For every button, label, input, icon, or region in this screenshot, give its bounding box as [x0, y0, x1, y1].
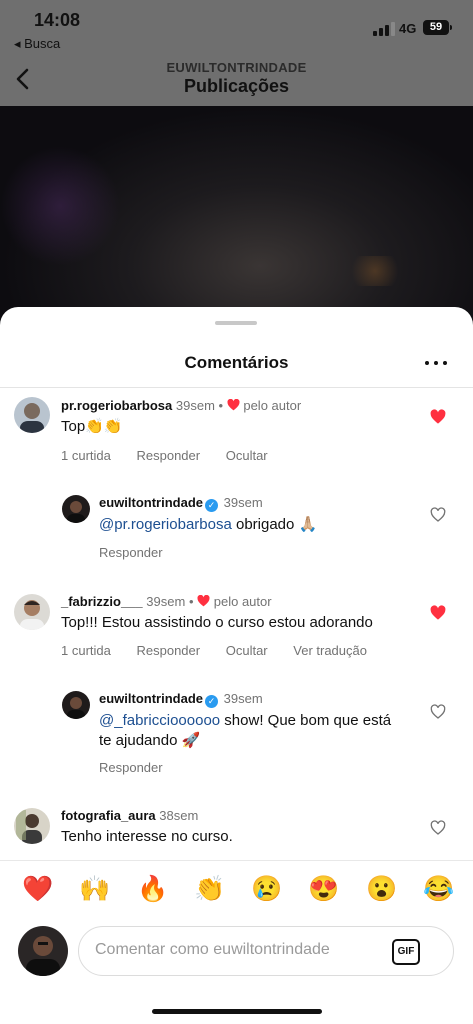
- comment-composer: GIF: [78, 926, 454, 976]
- comment-username[interactable]: _fabrizzio___: [61, 594, 143, 609]
- comment-username[interactable]: fotografia_aura: [61, 808, 156, 823]
- divider: [0, 387, 473, 388]
- reaction-heart-eyes[interactable]: 😍: [308, 875, 339, 904]
- comment-time: 39sem: [223, 691, 263, 706]
- reply-button[interactable]: Responder: [99, 545, 163, 560]
- like-heart-outline-icon[interactable]: [430, 820, 446, 836]
- comment-time: 39sem: [175, 398, 215, 413]
- quick-reactions-bar: ❤️ 🙌 🔥 👏 😢 😍 😮 😂: [0, 860, 473, 921]
- comment-text: Tenho interesse no curso.: [61, 828, 233, 845]
- battery-icon: 59: [423, 20, 452, 35]
- reply-button[interactable]: Responder: [99, 760, 163, 775]
- comment-time: 39sem: [223, 495, 263, 510]
- heart-filled-icon: [197, 594, 210, 607]
- avatar[interactable]: [14, 808, 50, 844]
- reaction-raised-hands[interactable]: 🙌: [79, 875, 110, 904]
- like-heart-outline-icon[interactable]: [430, 704, 446, 720]
- avatar[interactable]: [14, 397, 50, 433]
- heart-filled-icon: [227, 398, 240, 411]
- like-heart-filled-icon[interactable]: [430, 605, 446, 621]
- comment-username[interactable]: pr.rogeriobarbosa: [61, 398, 172, 413]
- verified-badge-icon: ✓: [205, 499, 218, 512]
- liked-by-author-label: pelo autor: [243, 398, 302, 413]
- hide-button[interactable]: Ocultar: [226, 448, 268, 463]
- mention-link[interactable]: @pr.rogeriobarbosa: [99, 516, 232, 533]
- comment-time: 38sem: [159, 808, 199, 823]
- comment-text: Top!!! Estou assistindo o curso estou ad…: [61, 614, 373, 631]
- mention-link[interactable]: @_fabriccioooooo: [99, 712, 220, 729]
- page-header: EUWILTONTRINDADE Publicações: [0, 56, 473, 106]
- back-to-app-link[interactable]: ◂ Busca: [14, 36, 60, 52]
- reply-button[interactable]: Responder: [137, 448, 201, 463]
- likes-count[interactable]: 1 curtida: [61, 643, 111, 658]
- comment-text: Top👏👏: [61, 418, 123, 435]
- reaction-clap[interactable]: 👏: [194, 875, 225, 904]
- network-type: 4G: [399, 21, 417, 36]
- comment-username[interactable]: euwiltontrindade: [99, 691, 203, 706]
- avatar[interactable]: [62, 495, 90, 523]
- reply-button[interactable]: Responder: [137, 643, 201, 658]
- likes-count[interactable]: 1 curtida: [61, 448, 111, 463]
- home-indicator: [152, 1009, 322, 1014]
- status-time: 14:08: [34, 10, 81, 30]
- translate-button[interactable]: Ver tradução: [293, 643, 367, 658]
- sheet-grabber[interactable]: [215, 321, 257, 325]
- verified-badge-icon: ✓: [205, 695, 218, 708]
- liked-by-author-label: pelo autor: [213, 594, 272, 609]
- gif-button[interactable]: GIF: [392, 939, 420, 965]
- comment-input[interactable]: [93, 940, 387, 960]
- like-heart-filled-icon[interactable]: [430, 409, 446, 425]
- reaction-cry[interactable]: 😢: [251, 875, 282, 904]
- avatar[interactable]: [62, 691, 90, 719]
- page-title: Publicações: [183, 76, 290, 96]
- reaction-laugh[interactable]: 😂: [423, 875, 454, 904]
- comment-text: obrigado 🙏🏼: [231, 516, 318, 533]
- reaction-fire[interactable]: 🔥: [137, 875, 168, 904]
- hide-button[interactable]: Ocultar: [226, 643, 268, 658]
- sheet-title: Comentários: [184, 353, 289, 372]
- more-options-icon[interactable]: [424, 355, 448, 371]
- comment-time: 39sem: [146, 594, 186, 609]
- reaction-surprised[interactable]: 😮: [366, 875, 397, 904]
- header-username: EUWILTONTRINDADE: [166, 60, 307, 75]
- signal-icon: [373, 22, 395, 36]
- comment-username[interactable]: euwiltontrindade: [99, 495, 203, 510]
- post-photo: [0, 106, 473, 326]
- avatar[interactable]: [14, 594, 50, 630]
- like-heart-outline-icon[interactable]: [430, 507, 446, 523]
- status-bar: 14:08 ◂ Busca 4G 59: [0, 0, 473, 56]
- reaction-heart[interactable]: ❤️: [22, 875, 53, 904]
- avatar: [18, 926, 68, 976]
